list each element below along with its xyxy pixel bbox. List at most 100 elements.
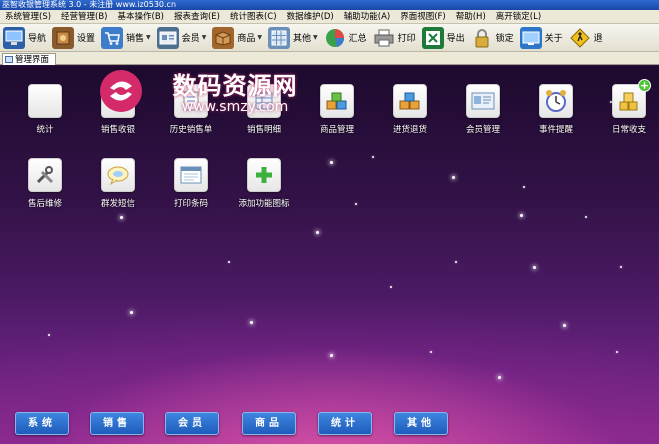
app-label: 事件提醒 bbox=[538, 125, 573, 135]
app-member-management[interactable]: 会员管理 bbox=[447, 84, 519, 135]
star-decoration bbox=[533, 266, 536, 269]
toolbar-navigate-button[interactable]: 导航 bbox=[0, 25, 49, 51]
toolbar-sales-button[interactable]: 销售 ▼ bbox=[98, 25, 154, 51]
pie-chart-icon bbox=[324, 27, 346, 49]
window-title: 巫智收银管理系统 3.0 - 未注册 www.iz0530.cn bbox=[2, 0, 177, 9]
star-decoration bbox=[520, 214, 523, 217]
sms-bubble-icon bbox=[101, 158, 135, 192]
dropdown-arrow-icon[interactable]: ▼ bbox=[257, 34, 262, 41]
purchase-return-icon bbox=[393, 84, 427, 118]
tools-icon bbox=[28, 158, 62, 192]
star-decoration bbox=[48, 334, 50, 336]
toolbar-label: 导航 bbox=[28, 34, 47, 44]
exit-icon bbox=[569, 27, 591, 49]
star-decoration bbox=[523, 186, 525, 188]
excel-icon bbox=[421, 26, 444, 49]
app-label: 销售收银 bbox=[100, 125, 135, 135]
menu-lock[interactable]: 离开锁定(L) bbox=[491, 10, 546, 23]
toolbar-other-button[interactable]: 其他 ▼ bbox=[265, 25, 321, 51]
toolbar-label: 商品 bbox=[237, 34, 256, 44]
toolbar-label: 销售 bbox=[126, 34, 145, 44]
tab-management[interactable]: 管理界面 bbox=[2, 53, 57, 65]
app-label: 添加功能图标 bbox=[238, 199, 290, 209]
printer-icon bbox=[373, 27, 395, 49]
cart-icon bbox=[101, 26, 124, 49]
bottom-button-member[interactable]: 会员 bbox=[165, 412, 219, 435]
menu-system[interactable]: 系统管理(S) bbox=[0, 10, 56, 23]
desktop-area: 统计 销售收银 历史销售单 销售明细 商品管理 进货退货 会员管理 事件提醒 +… bbox=[0, 66, 659, 444]
menu-charts[interactable]: 统计图表(C) bbox=[225, 10, 282, 23]
menu-auxiliary[interactable]: 辅助功能(A) bbox=[339, 10, 395, 23]
toolbar-goods-button[interactable]: 商品 ▼ bbox=[209, 25, 265, 51]
menu-bar: 系统管理(S) 经营管理(B) 基本操作(B) 报表查询(E) 统计图表(C) … bbox=[0, 10, 659, 24]
monitor-icon bbox=[3, 26, 25, 49]
toolbar-print-button[interactable]: 打印 bbox=[370, 25, 419, 51]
app-add-function-icon[interactable]: 添加功能图标 bbox=[228, 158, 300, 209]
dropdown-arrow-icon[interactable]: ▼ bbox=[146, 34, 151, 41]
alarm-clock-icon bbox=[539, 84, 573, 118]
star-decoration bbox=[130, 311, 133, 314]
add-badge-icon[interactable]: + bbox=[638, 79, 651, 92]
toolbar-lock-button[interactable]: 锁定 bbox=[468, 25, 517, 51]
app-print-barcode[interactable]: 打印条码 bbox=[155, 158, 227, 209]
dropdown-arrow-icon[interactable]: ▼ bbox=[313, 34, 318, 41]
toolbar-label: 会员 bbox=[181, 34, 200, 44]
menu-view[interactable]: 界面视图(F) bbox=[395, 10, 451, 23]
toolbar-label: 其他 bbox=[292, 34, 311, 44]
star-decoration bbox=[228, 261, 230, 263]
toolbar-member-button[interactable]: 会员 ▼ bbox=[154, 25, 210, 51]
bottom-button-statistics[interactable]: 统计 bbox=[318, 412, 372, 435]
bottom-button-system[interactable]: 系统 bbox=[15, 412, 69, 435]
toolbar-label: 锁定 bbox=[495, 34, 514, 44]
bottom-button-other[interactable]: 其他 bbox=[394, 412, 448, 435]
bottom-button-goods[interactable]: 商品 bbox=[242, 412, 296, 435]
app-daily-finance[interactable]: + 日常收支 bbox=[593, 79, 659, 135]
app-event-reminder[interactable]: 事件提醒 bbox=[520, 84, 592, 135]
menu-reports[interactable]: 报表查询(E) bbox=[169, 10, 225, 23]
app-label: 售后维修 bbox=[27, 199, 62, 209]
coins-icon: + bbox=[612, 79, 651, 118]
menu-data-maintenance[interactable]: 数据维护(D) bbox=[282, 10, 339, 23]
app-label: 进货退货 bbox=[392, 125, 427, 135]
watermark: 数码资源网 www.smzy.com bbox=[100, 66, 320, 115]
toolbar-label: 打印 bbox=[397, 34, 416, 44]
app-label: 会员管理 bbox=[465, 125, 500, 135]
dropdown-arrow-icon[interactable]: ▼ bbox=[202, 34, 207, 41]
app-statistics[interactable]: 统计 bbox=[9, 84, 81, 135]
window-title-bar: 巫智收银管理系统 3.0 - 未注册 www.iz0530.cn bbox=[0, 0, 659, 10]
watermark-url: www.smzy.com bbox=[181, 99, 289, 115]
toolbar-label: 关于 bbox=[544, 34, 563, 44]
star-decoration bbox=[250, 321, 253, 324]
star-decoration bbox=[585, 216, 587, 218]
app-label: 历史销售单 bbox=[169, 125, 213, 135]
menu-help[interactable]: 帮助(H) bbox=[451, 10, 491, 23]
app-after-sales-repair[interactable]: 售后维修 bbox=[9, 158, 81, 209]
menu-basic-ops[interactable]: 基本操作(B) bbox=[113, 10, 169, 23]
grid-icon bbox=[267, 26, 290, 49]
app-purchase-return[interactable]: 进货退货 bbox=[374, 84, 446, 135]
add-plus-icon bbox=[247, 158, 281, 192]
star-decoration bbox=[372, 156, 374, 158]
toolbar-settings-button[interactable]: 设置 bbox=[49, 25, 98, 51]
bottom-button-sales[interactable]: 销售 bbox=[90, 412, 144, 435]
app-label: 打印条码 bbox=[173, 199, 208, 209]
toolbar-exit-button[interactable]: 退 bbox=[566, 25, 606, 51]
settings-box-icon bbox=[52, 26, 75, 49]
tab-strip: 管理界面 bbox=[0, 52, 659, 65]
toolbar-summary-button[interactable]: 汇总 bbox=[321, 25, 370, 51]
member-card-icon bbox=[156, 26, 179, 49]
star-decoration bbox=[563, 324, 566, 327]
star-decoration bbox=[316, 231, 319, 234]
app-group-sms[interactable]: 群发短信 bbox=[82, 158, 154, 209]
goods-manage-icon bbox=[320, 84, 354, 118]
star-decoration bbox=[330, 354, 333, 357]
menu-business[interactable]: 经营管理(B) bbox=[56, 10, 112, 23]
watermark-logo-icon bbox=[100, 70, 142, 112]
toolbar-about-button[interactable]: 关于 bbox=[517, 25, 566, 51]
window-icon bbox=[5, 56, 13, 63]
tab-label: 管理界面 bbox=[15, 55, 50, 65]
stats-icon bbox=[28, 84, 62, 118]
barcode-window-icon bbox=[174, 158, 208, 192]
toolbar-label: 导出 bbox=[446, 34, 465, 44]
toolbar-export-button[interactable]: 导出 bbox=[419, 25, 468, 51]
